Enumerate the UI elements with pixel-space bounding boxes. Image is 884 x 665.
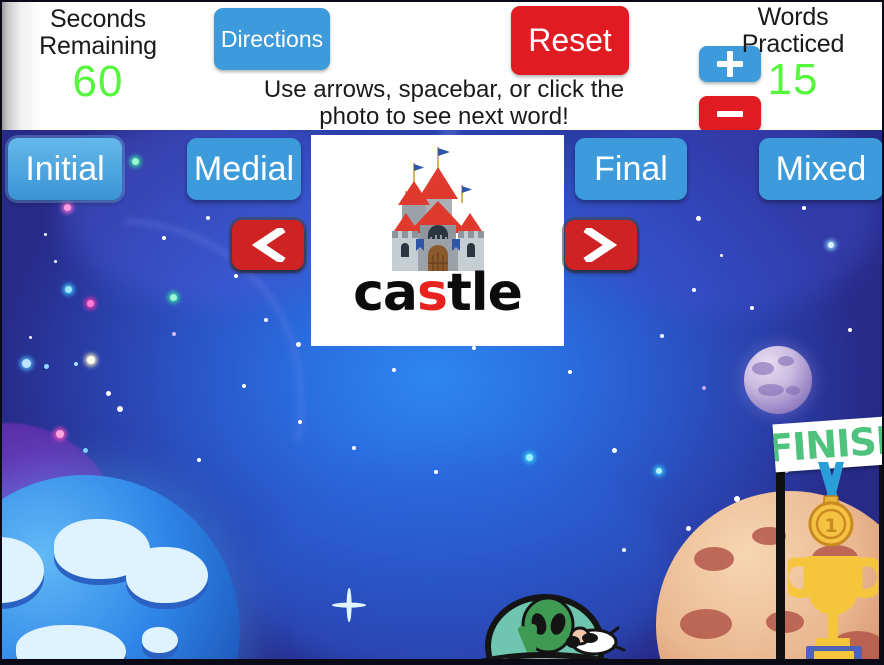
tab-initial-label: Initial: [25, 149, 105, 188]
directions-button[interactable]: Directions: [214, 8, 330, 70]
finish-pole-right: [879, 438, 882, 663]
instruction-line1: Use arrows, spacebar, or click the: [263, 76, 625, 103]
chevron-left-icon: [251, 228, 286, 262]
tab-initial[interactable]: Initial: [8, 138, 122, 200]
tab-final-label: Final: [594, 149, 668, 188]
word-prefix: ca: [353, 263, 418, 323]
window-bottom-edge: [2, 659, 882, 663]
medal-icon: 1: [808, 462, 854, 547]
tab-mixed[interactable]: Mixed: [759, 138, 882, 200]
counter-value: 15: [767, 54, 819, 104]
word-suffix: tle: [446, 263, 523, 323]
word-card[interactable]: castle: [311, 135, 564, 346]
header-bar: Seconds Remaining 60 Directions Reset Us…: [2, 2, 882, 130]
castle-illustration-icon: [391, 147, 484, 271]
minus-icon: [715, 99, 745, 129]
tab-medial-label: Medial: [193, 149, 295, 188]
instruction-line2: photo to see next word!: [319, 103, 569, 130]
finish-label: FINISH: [772, 417, 884, 471]
instruction-text: Use arrows, spacebar, or click the photo…: [184, 76, 704, 130]
timer-label-line1: Seconds: [50, 5, 146, 33]
chevron-right-icon: [583, 228, 618, 262]
tab-final[interactable]: Final: [575, 138, 687, 200]
trophy-icon: [788, 556, 878, 663]
sparkle-icon: [332, 588, 366, 622]
finish-banner: FINISH 1: [766, 404, 884, 663]
svg-text:1: 1: [824, 515, 837, 537]
next-word-button[interactable]: [565, 220, 637, 270]
tab-mixed-label: Mixed: [775, 149, 867, 188]
timer-display: Seconds Remaining 60: [8, 6, 188, 104]
reset-button-label: Reset: [528, 22, 612, 58]
ufo-icon: [466, 594, 626, 663]
tab-medial[interactable]: Medial: [187, 138, 301, 200]
word-display: castle: [353, 267, 523, 319]
timer-value: 60: [72, 56, 124, 106]
counter-label-line1: Words: [757, 3, 829, 31]
game-app: FINISH 1 Initial Medial Final Mixed cast…: [0, 0, 884, 665]
words-practiced-display: Words Practiced 15: [702, 3, 882, 104]
reset-button[interactable]: Reset: [511, 6, 629, 75]
previous-word-button[interactable]: [232, 220, 304, 270]
word-target-sound: s: [417, 263, 448, 323]
timer-label-line2: Remaining: [39, 31, 157, 60]
counter-label-line2: Practiced: [741, 29, 845, 58]
directions-button-label: Directions: [220, 25, 324, 52]
